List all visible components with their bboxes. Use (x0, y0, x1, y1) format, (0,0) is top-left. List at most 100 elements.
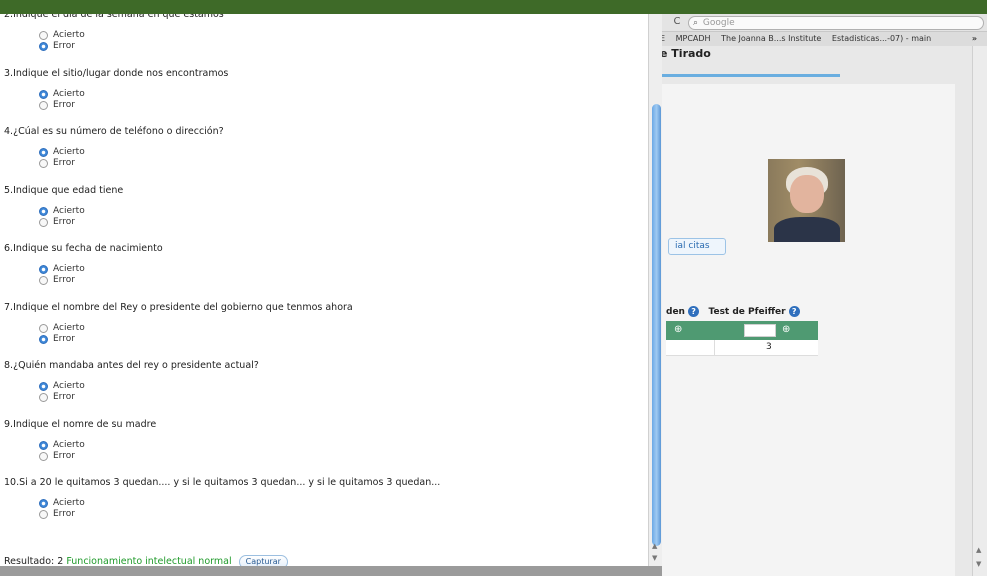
radio-label: Error (53, 275, 75, 285)
question-block: 5.Indique que edad tiene Acierto Error (4, 184, 123, 228)
radio-label: Acierto (53, 205, 85, 216)
window-bottom-bar (0, 566, 662, 576)
radio-label: Error (53, 216, 75, 227)
radio-option-acierto[interactable]: Acierto (4, 264, 163, 275)
help-icon[interactable]: ? (788, 306, 800, 317)
radio-button[interactable] (39, 265, 48, 274)
question-label: 9.Indique el nomre de su madre (4, 418, 157, 430)
historial-citas-button[interactable]: ial citas (668, 238, 726, 255)
radio-label: Acierto (53, 264, 85, 274)
radio-button[interactable] (39, 217, 48, 227)
pfeiffer-form-panel: 2.Indique el día de la semana en que est… (0, 14, 648, 568)
radio-button[interactable] (39, 393, 48, 402)
radio-option-error[interactable]: Error (4, 158, 224, 169)
radio-option-acierto[interactable]: Acierto (4, 30, 224, 41)
search-input[interactable]: ⌕ Google (688, 16, 984, 30)
question-block: 7.Indique el nombre del Rey o presidente… (4, 301, 353, 345)
search-placeholder: Google (702, 18, 735, 28)
radio-label: Error (53, 509, 75, 519)
radio-button[interactable] (39, 89, 48, 99)
question-block: 8.¿Quién mandaba antes del rey o preside… (4, 359, 259, 403)
radio-label: Acierto (53, 439, 85, 450)
radio-option-acierto[interactable]: Acierto (4, 323, 353, 334)
radio-option-error[interactable]: Error (4, 509, 440, 520)
question-block: 9.Indique el nomre de su madre Acierto Err… (4, 418, 156, 462)
radio-option-acierto[interactable]: Acierto (4, 381, 259, 392)
add-circle-icon[interactable]: ⊕ (674, 325, 682, 335)
question-label: 3.Indique el sitio/lugar donde nos encon… (4, 67, 229, 79)
radio-label: Error (53, 99, 75, 110)
radio-option-acierto[interactable]: Acierto (4, 89, 228, 100)
scroll-down-icon[interactable]: ▼ (976, 560, 981, 568)
radio-option-error[interactable]: Error (4, 217, 123, 228)
radio-option-error[interactable]: Error (4, 100, 228, 111)
bookmarks-more-button[interactable]: » (972, 32, 977, 46)
reload-icon[interactable]: C (670, 16, 684, 30)
radio-button[interactable] (39, 206, 48, 216)
radio-option-acierto[interactable]: Acierto (4, 147, 224, 158)
question-label: 7.Indique el nombre del Rey o presidente… (4, 301, 353, 313)
radio-label: Acierto (53, 30, 85, 40)
question-label: 5.Indique que edad tiene (4, 184, 124, 196)
question-label: 2.Indique el día de la semana en que est… (4, 14, 224, 20)
radio-label: Error (53, 158, 75, 168)
question-block: 3.Indique el sitio/lugar donde nos encon… (4, 67, 228, 111)
radio-button[interactable] (39, 100, 48, 110)
question-block: 10.Si a 20 le quitamos 3 quedan.... y si… (4, 476, 440, 520)
browser-toolbar: C ⌕ Google (640, 14, 987, 32)
radio-label: Acierto (53, 498, 85, 508)
radio-button[interactable] (39, 42, 48, 51)
add-circle-icon[interactable]: ⊕ (782, 325, 790, 335)
search-icon: ⌕ (693, 18, 699, 28)
radio-button[interactable] (39, 159, 48, 168)
radio-button[interactable] (39, 323, 48, 333)
form-scrollbar[interactable]: ▲ ▼ (648, 14, 662, 568)
radio-button[interactable] (39, 382, 48, 391)
radio-button[interactable] (39, 451, 48, 461)
radio-label: Acierto (53, 381, 85, 391)
scroll-up-icon[interactable]: ▲ (652, 542, 657, 550)
bookmark-item[interactable]: The Joanna B...s Institute (721, 34, 821, 43)
radio-button[interactable] (39, 499, 48, 508)
radio-option-acierto[interactable]: Acierto (4, 206, 123, 217)
radio-option-acierto[interactable]: Acierto (4, 498, 440, 509)
question-label: 8.¿Quién mandaba antes del rey o preside… (4, 360, 259, 371)
background-scrollbar[interactable]: ▲ ▼ (972, 46, 987, 576)
pfeiffer-score: 3 (766, 342, 772, 352)
help-icon[interactable]: ? (688, 306, 700, 317)
radio-label: Acierto (53, 147, 85, 157)
radio-button[interactable] (39, 510, 48, 519)
radio-option-error[interactable]: Error (4, 275, 163, 286)
radio-button[interactable] (39, 31, 48, 40)
radio-label: Error (53, 392, 75, 402)
tab-underline (650, 74, 840, 77)
question-block: 4.¿Cúal es su número de teléfono o direc… (4, 125, 224, 169)
radio-button[interactable] (39, 440, 48, 450)
patient-name: e Tirado (660, 47, 711, 60)
scroll-up-icon[interactable]: ▲ (976, 546, 981, 554)
radio-label: Error (53, 450, 75, 461)
scroll-thumb[interactable] (652, 104, 661, 546)
tests-action-row: ⊕ ⊕ (666, 321, 818, 340)
bookmark-item[interactable]: Estadisticas...-07) - main (832, 34, 931, 43)
question-block: 2.Indique el día de la semana en que est… (4, 14, 224, 52)
radio-button[interactable] (39, 276, 48, 285)
score-input[interactable] (744, 324, 776, 337)
scroll-down-icon[interactable]: ▼ (652, 554, 657, 562)
radio-label: Error (53, 333, 75, 344)
radio-option-error[interactable]: Error (4, 334, 353, 345)
radio-option-error[interactable]: Error (4, 392, 259, 403)
bookmark-item[interactable]: MPCADH (676, 34, 711, 43)
radio-option-error[interactable]: Error (4, 451, 156, 462)
radio-button[interactable] (39, 334, 48, 344)
patient-photo (768, 159, 845, 242)
question-label: 6.Indique su fecha de nacimiento (4, 243, 163, 254)
radio-label: Acierto (53, 322, 85, 333)
radio-option-acierto[interactable]: Acierto (4, 440, 156, 451)
column-header: Test de Pfeiffer (708, 307, 786, 317)
column-header: den (666, 307, 685, 317)
radio-option-error[interactable]: Error (4, 41, 224, 52)
question-block: 6.Indique su fecha de nacimiento Acierto E… (4, 242, 163, 286)
table-row: 3 (666, 340, 818, 356)
radio-button[interactable] (39, 148, 48, 157)
